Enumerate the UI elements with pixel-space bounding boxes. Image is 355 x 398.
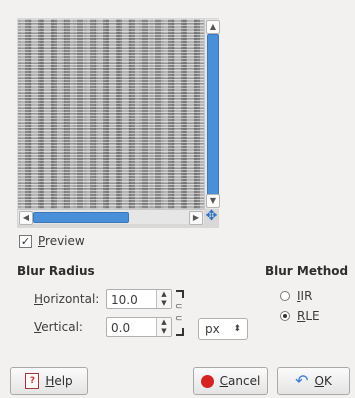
radio-iir-label: IIR [297, 289, 313, 303]
chain-link-icon[interactable]: ⊂ ⊂ [174, 290, 186, 338]
preview-checkbox[interactable]: ✓ [19, 234, 32, 248]
preview-image [18, 19, 204, 209]
ok-label: OK [314, 374, 332, 388]
chevron-updown-icon: ⬍ [233, 324, 241, 334]
vertical-scroll-thumb[interactable] [207, 34, 219, 196]
vertical-scrollbar[interactable]: ▲ ▼ [204, 19, 220, 209]
preview-area: ▲ ▼ ◀ ▶ ✥ [17, 18, 220, 228]
increment-icon[interactable]: ▲ [157, 290, 171, 299]
cancel-label: Cancel [219, 374, 261, 388]
vertical-value[interactable]: 0.0 [111, 321, 130, 335]
vertical-stepper[interactable]: ▲ ▼ [156, 318, 171, 336]
increment-icon[interactable]: ▲ [157, 318, 171, 327]
cancel-button[interactable]: Cancel [193, 367, 268, 395]
unit-select[interactable]: px ⬍ [198, 318, 248, 340]
blur-radius-title: Blur Radius [17, 264, 95, 278]
horizontal-scrollbar[interactable]: ◀ ▶ [18, 209, 204, 225]
blur-method-title: Blur Method [265, 264, 349, 278]
navigate-icon[interactable]: ✥ [204, 209, 219, 224]
radio-rle-label: RLE [297, 309, 320, 323]
radio-rle[interactable]: RLE [280, 309, 320, 323]
unit-value: px [205, 322, 220, 336]
decrement-icon[interactable]: ▼ [157, 327, 171, 336]
help-button[interactable]: ? Help [10, 367, 88, 395]
vertical-spinbutton[interactable]: 0.0 ▲ ▼ [106, 317, 172, 337]
scroll-up-icon[interactable]: ▲ [206, 20, 220, 34]
scroll-right-icon[interactable]: ▶ [189, 211, 203, 225]
horizontal-value[interactable]: 10.0 [111, 293, 138, 307]
ok-icon: ↶ [295, 371, 309, 390]
scroll-down-icon[interactable]: ▼ [206, 194, 220, 208]
horizontal-stepper[interactable]: ▲ ▼ [156, 290, 171, 308]
decrement-icon[interactable]: ▼ [157, 299, 171, 308]
scroll-left-icon[interactable]: ◀ [19, 211, 33, 225]
vertical-label: Vertical: [34, 320, 83, 334]
help-icon: ? [25, 373, 40, 389]
preview-toggle[interactable]: ✓ Preview [19, 234, 85, 248]
radio-rle-circle[interactable] [280, 311, 290, 321]
horizontal-spinbutton[interactable]: 10.0 ▲ ▼ [106, 289, 172, 309]
ok-button[interactable]: ↶ OK [277, 367, 350, 395]
horizontal-scroll-thumb[interactable] [33, 212, 129, 223]
horizontal-label: Horizontal: [34, 292, 100, 306]
radio-iir[interactable]: IIR [280, 289, 312, 303]
preview-label: Preview [38, 234, 85, 248]
help-label: Help [45, 374, 73, 388]
cancel-icon [200, 374, 214, 388]
radio-iir-circle[interactable] [280, 291, 290, 301]
